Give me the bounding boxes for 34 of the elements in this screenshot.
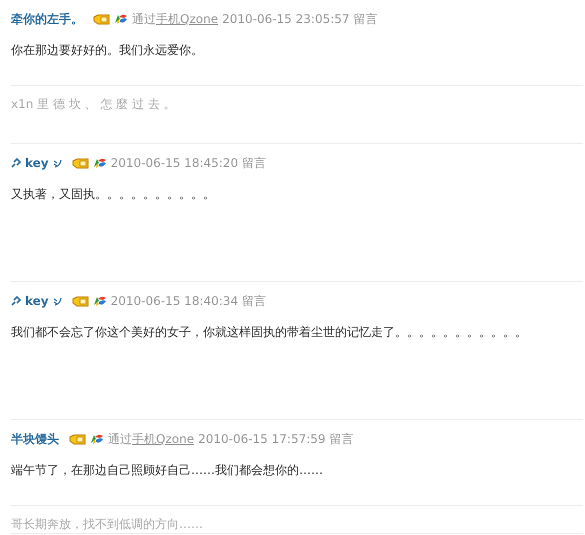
link-icon [11,158,21,168]
author-link[interactable]: 牵你的左手。 [11,10,83,28]
message-text: 又执著，又固执。。。。。。。。。。 [11,186,216,203]
timestamp: 2010-06-15 18:45:20 [110,155,238,172]
message-text: 我们都不会忘了你这个美好的女子，你就这样固执的带着尘世的记忆走了。。。。。。。。。。。 [11,324,528,341]
via-label: 通过 [132,11,156,28]
badge-icon [93,14,110,24]
timestamp: 2010-06-15 18:40:34 [110,293,238,310]
wave-mark-icon [52,158,62,168]
message-text: 你在那边要好好的。我们永远爱你。 [11,42,204,59]
badge-icon [72,296,89,306]
colorful-swirl-icon [92,295,107,307]
timestamp: 2010-06-15 17:57:59 [198,431,326,448]
colorful-swirl-icon [90,433,104,445]
author-link[interactable]: key [25,292,49,310]
via-label: 通过 [108,431,132,448]
message-text: 端午节了，在那边自己照顾好自己……我们都会想你的…… [11,462,324,479]
signature-text: x1n 里 德 坎 、 怎 麼 过 去 。 [11,97,176,111]
via-link[interactable]: 手机Qzone [156,10,218,28]
badge-icon [69,434,86,444]
link-icon [11,296,21,306]
via-link[interactable]: 手机Qzone [132,430,194,448]
colorful-swirl-icon [92,157,107,169]
timestamp: 2010-06-15 23:05:57 [222,11,350,28]
action-label: 留言 [330,431,354,448]
action-label: 留言 [242,293,266,310]
author-link[interactable]: 半块馒头 [11,430,59,448]
wave-mark-icon [52,296,62,306]
action-label: 留言 [242,155,266,172]
action-label: 留言 [354,11,378,28]
signature-text: 哥长期奔放，找不到低调的方向…… [11,517,203,531]
author-link[interactable]: key [25,154,49,172]
badge-icon [72,158,89,168]
colorful-swirl-icon [114,13,128,25]
